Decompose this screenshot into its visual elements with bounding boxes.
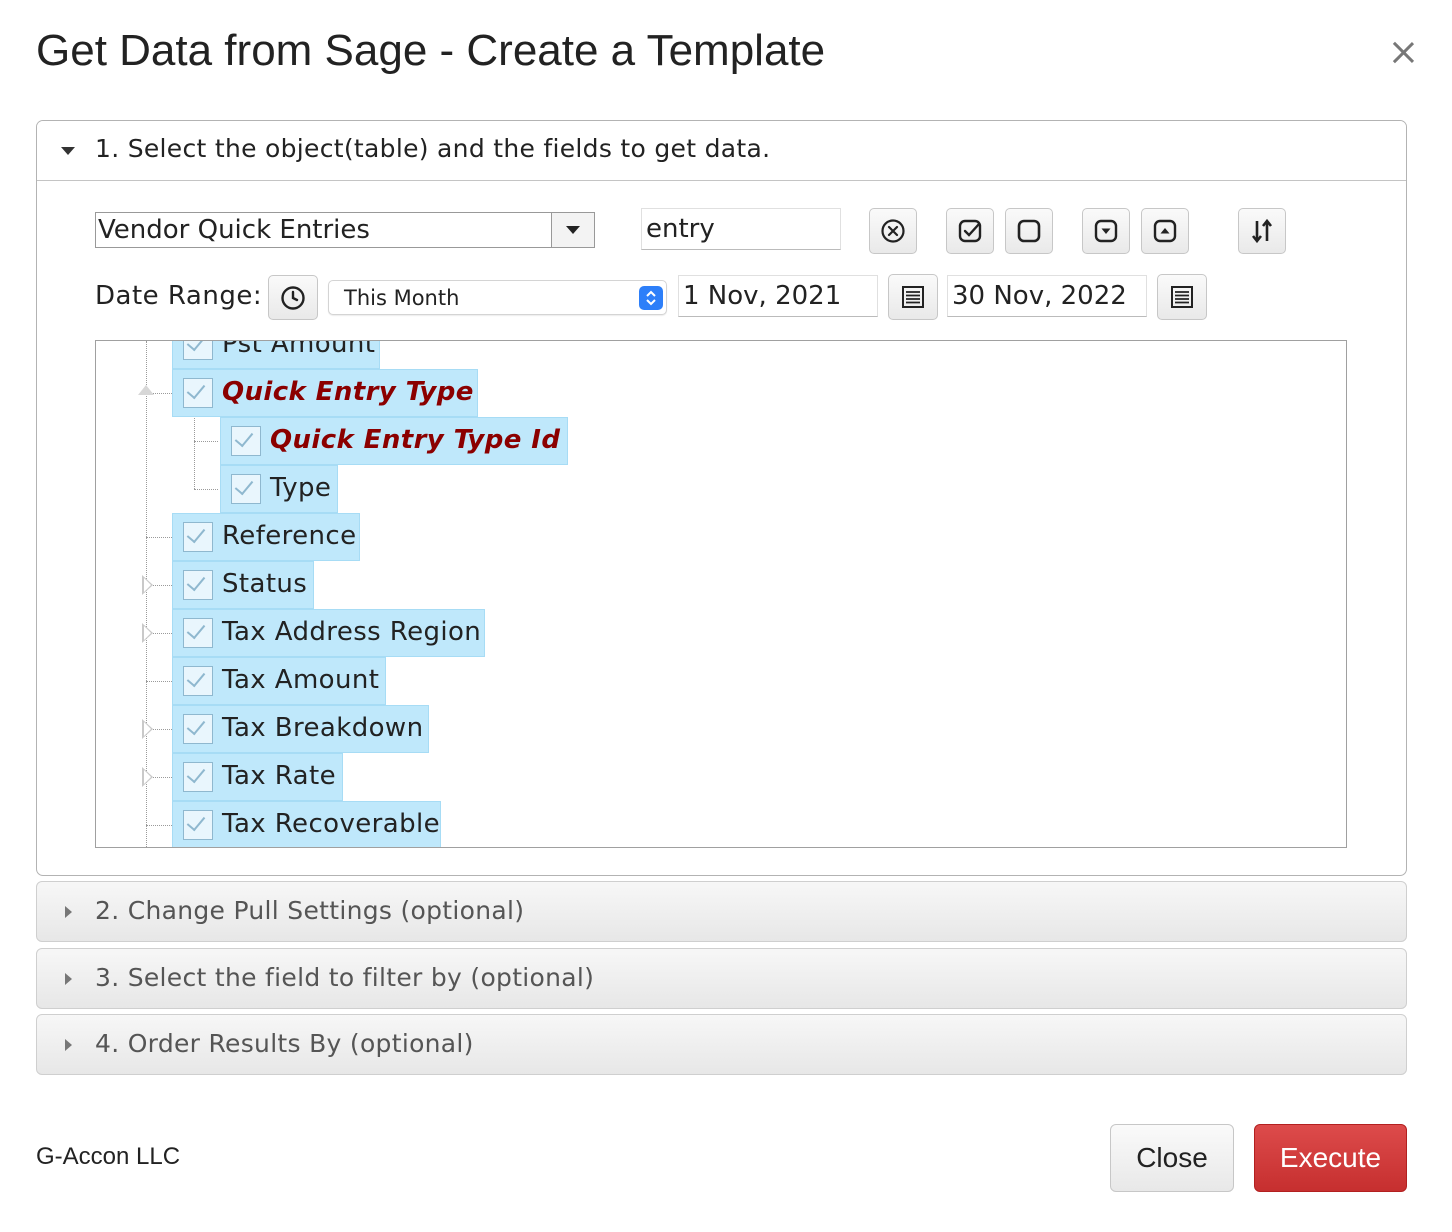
checkbox-checked-icon[interactable] — [183, 714, 213, 744]
tree-node[interactable]: Tax Rate — [172, 753, 343, 801]
tree-node[interactable]: Tax Breakdown — [172, 705, 429, 753]
chevron-down-icon — [551, 213, 594, 247]
tree-node[interactable]: Pst Amount — [172, 340, 380, 369]
expand-all-icon — [1094, 219, 1118, 243]
check-all-icon — [958, 219, 982, 243]
tree-node-label: Pst Amount — [222, 340, 376, 359]
tree-node[interactable]: Status — [172, 561, 314, 609]
expand-arrow-icon — [65, 973, 72, 985]
tree-node[interactable]: Tax Address Region — [172, 609, 485, 657]
date-range-label: Date Range: — [95, 281, 263, 311]
collapse-all-icon — [1153, 219, 1177, 243]
collapse-node-icon[interactable] — [138, 385, 154, 395]
calendar-icon — [1171, 286, 1193, 308]
uncheck-all-button[interactable] — [1005, 208, 1053, 254]
select-stepper-icon — [639, 286, 663, 310]
checkbox-checked-icon[interactable] — [183, 618, 213, 648]
field-search-input[interactable] — [641, 208, 841, 250]
tree-connector — [146, 825, 172, 826]
tree-node-label: Quick Entry Type Id — [270, 425, 561, 455]
tree-node[interactable]: Type — [220, 465, 338, 513]
object-select[interactable]: Vendor Quick Entries — [95, 212, 595, 248]
tree-connector — [194, 441, 218, 442]
section-4-title: 4. Order Results By (optional) — [95, 1029, 474, 1058]
tree-connector — [194, 411, 195, 489]
end-date-input[interactable] — [947, 275, 1147, 317]
tree-node[interactable]: Quick Entry Type — [172, 369, 478, 417]
checkbox-checked-icon[interactable] — [231, 426, 261, 456]
tree-node-label: Tax Recoverable — [222, 809, 440, 839]
sort-button[interactable] — [1238, 208, 1286, 254]
checkbox-checked-icon[interactable] — [183, 762, 213, 792]
collapse-arrow-icon — [61, 147, 75, 155]
clear-search-button[interactable] — [869, 208, 917, 254]
tree-node-label: Tax Amount — [222, 665, 380, 695]
check-all-button[interactable] — [946, 208, 994, 254]
tree-node-label: Status — [222, 569, 308, 599]
section-2-title: 2. Change Pull Settings (optional) — [95, 896, 525, 925]
tree-node-label: Tax Rate — [222, 761, 336, 791]
section-4-header[interactable]: 4. Order Results By (optional) — [36, 1014, 1407, 1075]
field-tree: Pst Amount Quick Entry Type Quick Entry … — [95, 340, 1347, 848]
execute-button[interactable]: Execute — [1254, 1124, 1407, 1192]
checkbox-checked-icon[interactable] — [183, 666, 213, 696]
object-select-value: Vendor Quick Entries — [98, 215, 370, 245]
expand-all-button[interactable] — [1082, 208, 1130, 254]
section-3-header[interactable]: 3. Select the field to filter by (option… — [36, 948, 1407, 1009]
tree-connector — [146, 537, 172, 538]
checkbox-checked-icon[interactable] — [183, 378, 213, 408]
tree-node-label: Type — [270, 473, 332, 503]
tree-node-label: Tax Address Region — [222, 617, 482, 647]
dialog-title: Get Data from Sage - Create a Template — [36, 26, 826, 75]
date-range-clock-button[interactable] — [268, 275, 318, 320]
tree-node-label: Quick Entry Type — [222, 377, 474, 407]
tree-node[interactable]: Reference — [172, 513, 360, 561]
tree-node[interactable]: Quick Entry Type Id — [220, 417, 568, 465]
expand-node-icon[interactable] — [142, 623, 153, 643]
tree-connector — [146, 681, 172, 682]
section-1-title: 1. Select the object(table) and the fiel… — [95, 134, 771, 163]
collapse-all-button[interactable] — [1141, 208, 1189, 254]
start-date-picker-button[interactable] — [888, 274, 938, 320]
expand-arrow-icon — [65, 906, 72, 918]
clock-icon — [281, 285, 305, 310]
sort-icon — [1251, 218, 1273, 244]
checkbox-checked-icon[interactable] — [183, 570, 213, 600]
start-date-input[interactable] — [678, 275, 878, 317]
close-button[interactable]: Close — [1110, 1124, 1234, 1192]
period-select-value: This Month — [344, 286, 460, 310]
tree-node[interactable]: Tax Amount — [172, 657, 386, 705]
clear-icon — [881, 219, 905, 243]
calendar-icon — [902, 286, 924, 308]
expand-node-icon[interactable] — [142, 767, 153, 787]
tree-node[interactable]: Tax Recoverable — [172, 801, 441, 847]
uncheck-all-icon — [1017, 219, 1041, 243]
checkbox-checked-icon[interactable] — [183, 522, 213, 552]
section-2-header[interactable]: 2. Change Pull Settings (optional) — [36, 881, 1407, 942]
expand-node-icon[interactable] — [142, 575, 153, 595]
checkbox-checked-icon[interactable] — [183, 341, 213, 360]
tree-connector — [194, 489, 218, 490]
expand-node-icon[interactable] — [142, 719, 153, 739]
checkbox-checked-icon[interactable] — [231, 474, 261, 504]
section-1-header[interactable]: 1. Select the object(table) and the fiel… — [37, 121, 1406, 181]
tree-node-label: Reference — [222, 521, 357, 551]
close-icon[interactable] — [1382, 30, 1426, 74]
tree-node-label: Tax Breakdown — [222, 713, 424, 743]
brand-label: G-Accon LLC — [36, 1143, 181, 1170]
checkbox-checked-icon[interactable] — [183, 810, 213, 840]
end-date-picker-button[interactable] — [1157, 274, 1207, 320]
expand-arrow-icon — [65, 1039, 72, 1051]
period-select[interactable]: This Month — [328, 280, 667, 315]
section-3-title: 3. Select the field to filter by (option… — [95, 963, 595, 992]
